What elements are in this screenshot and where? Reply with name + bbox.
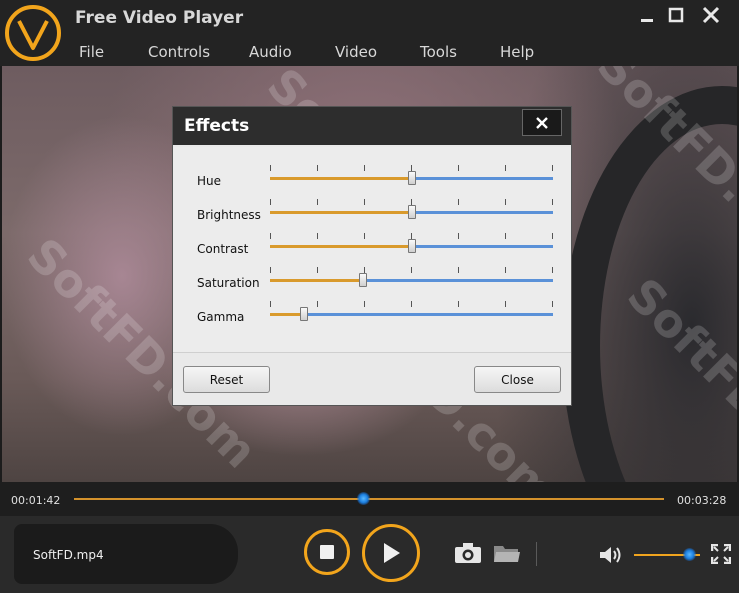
hue-label: Hue	[197, 174, 222, 188]
hue-slider-thumb[interactable]	[407, 171, 416, 185]
fullscreen-icon	[711, 544, 731, 564]
seek-bar: 00:01:42 00:03:28	[0, 482, 739, 516]
slider-tick	[411, 267, 412, 273]
menu-file[interactable]: File	[79, 43, 104, 61]
maximize-button[interactable]	[663, 4, 689, 26]
play-icon	[384, 543, 400, 563]
slider-tick	[270, 233, 271, 239]
slider-tick	[270, 301, 271, 307]
slider-tick	[552, 233, 553, 239]
menu-video[interactable]: Video	[335, 43, 377, 61]
folder-icon	[494, 546, 520, 562]
slider-tick	[364, 199, 365, 205]
stop-button[interactable]	[304, 529, 350, 575]
menu-audio[interactable]: Audio	[249, 43, 292, 61]
play-button[interactable]	[362, 524, 420, 582]
camera-icon	[455, 543, 481, 563]
maximize-icon	[668, 7, 684, 23]
minimize-icon	[641, 19, 653, 22]
slider-ticks	[270, 267, 553, 275]
volume-icon	[600, 547, 621, 563]
open-folder-button[interactable]	[492, 540, 522, 566]
saturation-slider-row: Saturation	[173, 267, 571, 301]
contrast-label: Contrast	[197, 242, 249, 256]
stop-icon	[320, 545, 334, 559]
menu-bar: File Controls Audio Video Tools Help	[0, 40, 600, 64]
title-bar: Free Video Player File Controls Audio Vi…	[0, 0, 739, 66]
brightness-slider-thumb[interactable]	[407, 205, 416, 219]
volume-thumb[interactable]	[683, 548, 696, 561]
contrast-slider-row: Contrast	[173, 233, 571, 267]
slider-tick	[458, 165, 459, 171]
slider-tick	[505, 233, 506, 239]
menu-tools[interactable]: Tools	[420, 43, 457, 61]
file-name: SoftFD.mp4	[33, 548, 104, 562]
dialog-header: Effects	[173, 107, 571, 145]
close-window-button[interactable]	[698, 4, 724, 26]
slider-tick	[505, 199, 506, 205]
slider-tick	[458, 267, 459, 273]
slider-tick	[317, 165, 318, 171]
menu-help[interactable]: Help	[500, 43, 534, 61]
slider-tick	[552, 267, 553, 273]
slider-fill	[270, 245, 412, 248]
gamma-slider-track[interactable]	[270, 313, 553, 316]
slider-fill	[270, 177, 412, 180]
effects-dialog: Effects Hue Brightness Contrast Saturati…	[172, 106, 572, 406]
slider-tick	[552, 301, 553, 307]
slider-tick	[270, 199, 271, 205]
close-button[interactable]: Close	[474, 366, 561, 393]
slider-fill	[270, 279, 364, 282]
slider-tick	[411, 301, 412, 307]
minimize-button[interactable]	[634, 4, 660, 26]
slider-tick	[364, 165, 365, 171]
slider-fill	[270, 211, 412, 214]
dialog-title: Effects	[184, 116, 250, 136]
snapshot-button[interactable]	[453, 540, 483, 566]
saturation-label: Saturation	[197, 276, 260, 290]
slider-tick	[505, 165, 506, 171]
slider-tick	[458, 301, 459, 307]
slider-tick	[317, 267, 318, 273]
slider-tick	[317, 233, 318, 239]
close-icon	[702, 6, 720, 24]
dialog-close-button[interactable]	[522, 109, 562, 136]
app-title: Free Video Player	[75, 8, 244, 28]
gamma-label: Gamma	[197, 310, 245, 324]
menu-controls[interactable]: Controls	[148, 43, 210, 61]
slider-tick	[552, 199, 553, 205]
reset-button[interactable]: Reset	[183, 366, 270, 393]
slider-tick	[317, 199, 318, 205]
control-divider	[536, 542, 537, 566]
slider-tick	[505, 267, 506, 273]
gamma-slider-row: Gamma	[173, 301, 571, 335]
brightness-slider-row: Brightness	[173, 199, 571, 233]
saturation-slider-thumb[interactable]	[359, 273, 368, 287]
slider-tick	[458, 233, 459, 239]
mute-button[interactable]	[597, 543, 625, 567]
slider-fill	[270, 313, 304, 316]
effects-sliders-panel: Hue Brightness Contrast Saturation Gamma	[173, 147, 571, 353]
hue-slider-row: Hue	[173, 165, 571, 199]
now-playing-box: SoftFD.mp4	[14, 524, 238, 584]
close-icon	[536, 116, 548, 129]
slider-tick	[317, 301, 318, 307]
saturation-slider-track[interactable]	[270, 279, 553, 282]
control-bar: SoftFD.mp4	[0, 516, 739, 593]
contrast-slider-thumb[interactable]	[407, 239, 416, 253]
gamma-slider-thumb[interactable]	[299, 307, 308, 321]
slider-tick	[364, 233, 365, 239]
slider-tick	[270, 267, 271, 273]
slider-tick	[458, 199, 459, 205]
slider-ticks	[270, 301, 553, 309]
brightness-label: Brightness	[197, 208, 261, 222]
seek-thumb[interactable]	[357, 492, 371, 505]
slider-tick	[552, 165, 553, 171]
total-time: 00:03:28	[677, 494, 727, 507]
slider-tick	[270, 165, 271, 171]
slider-tick	[505, 301, 506, 307]
slider-tick	[364, 301, 365, 307]
current-time: 00:01:42	[11, 494, 61, 507]
fullscreen-button[interactable]	[710, 543, 732, 565]
